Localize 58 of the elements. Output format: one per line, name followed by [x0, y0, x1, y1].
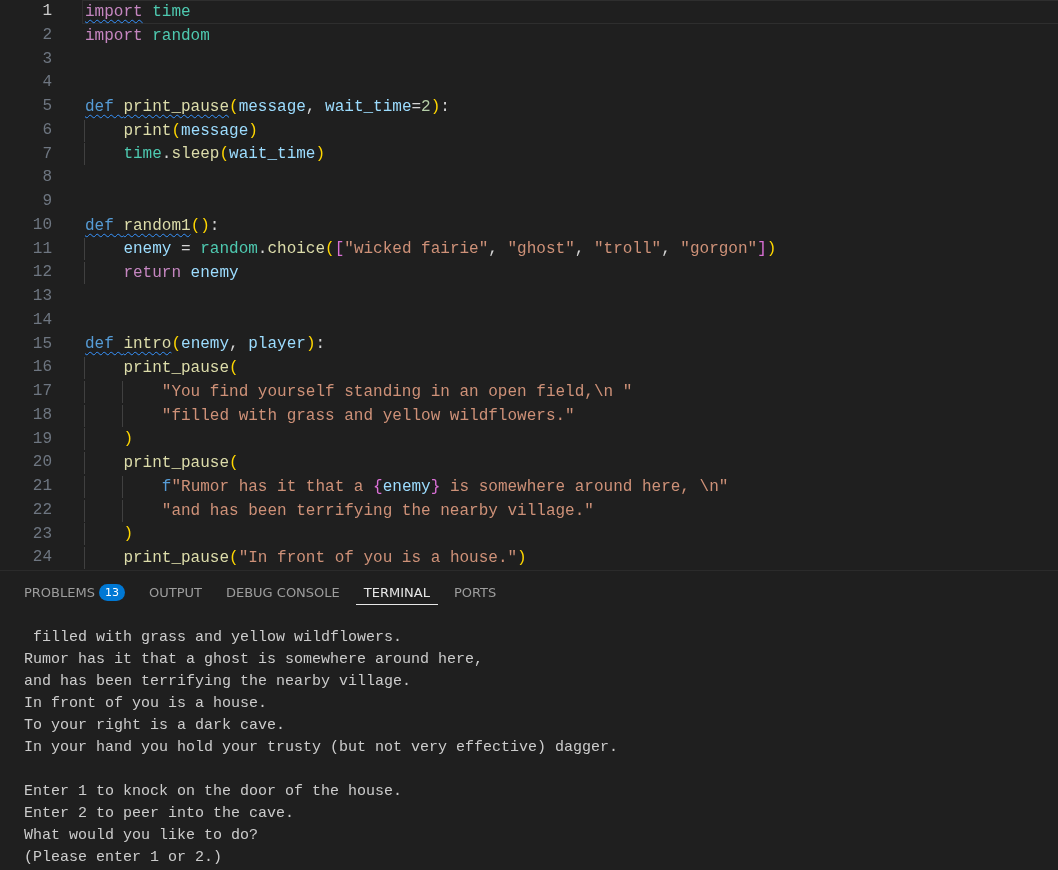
code-line: print_pause(	[85, 452, 239, 475]
terminal-line: filled with grass and yellow wildflowers.	[32, 629, 403, 646]
terminal-line: In front of you is a house.	[24, 695, 268, 712]
terminal-line: Enter 2 to peer into the cave.	[24, 805, 295, 822]
line-number: 10	[31, 214, 52, 236]
line-number: 21	[31, 476, 52, 497]
line-number: 20	[31, 452, 52, 474]
line-number: 14	[31, 309, 52, 331]
terminal-line: In your hand you hold your trusty (but not very effective) dagger.	[24, 739, 619, 756]
code-line: import time	[85, 1, 191, 23]
panel-tab[interactable]: PORTS	[445, 581, 505, 605]
terminal-line: (Please enter 1 or 2.)	[24, 849, 223, 866]
panel-tab[interactable]: PROBLEMS 13	[16, 581, 133, 605]
code-line: def intro(enemy, player):	[85, 334, 326, 356]
code-line: def random1():	[85, 215, 220, 237]
terminal-line: Rumor has it that a ghost is somewhere around here,	[24, 651, 484, 668]
terminal-line: and has been terrifying the nearby village.	[24, 673, 412, 690]
line-number: 17	[31, 381, 52, 402]
terminal-line: To your right is a dark cave.	[24, 717, 286, 734]
code-line: "and has been terrifying the nearby village."	[85, 499, 594, 522]
line-number: 13	[31, 286, 52, 307]
line-number: 24	[31, 547, 52, 569]
code-line: print_pause("In front of you is a house.")	[85, 547, 527, 570]
code-line: print_pause(	[85, 357, 239, 380]
panel-tab[interactable]: TERMINAL	[355, 581, 438, 605]
line-number: 7	[41, 143, 52, 165]
line-number: 9	[41, 191, 52, 212]
line-number: 6	[41, 119, 52, 141]
panel-tab[interactable]: OUTPUT	[140, 581, 210, 605]
line-number: 2	[41, 24, 52, 46]
code-line: return enemy	[85, 262, 239, 285]
line-number: 4	[41, 72, 52, 94]
line-number: 5	[41, 96, 52, 117]
line-number: 16	[31, 357, 52, 379]
line-number: 19	[31, 428, 52, 450]
terminal-line: Enter 1 to knock on the door of the house.	[24, 783, 403, 800]
count-badge: 13	[98, 584, 125, 601]
line-number: 18	[31, 404, 52, 426]
line-number: 22	[31, 499, 52, 521]
line-number: 8	[41, 167, 52, 189]
code-line: import random	[85, 25, 210, 47]
terminal-line: What would you like to do?	[24, 827, 259, 844]
code-line: enemy = random.choice(["wicked fairie", "ghost", "troll", "gorgon"])	[85, 238, 777, 261]
code-line: f"Rumor has it that a {enemy} is somewhere around here, \n"	[85, 475, 729, 498]
code-line: "filled with grass and yellow wildflowers."	[85, 404, 575, 427]
code-line: )	[85, 523, 133, 546]
line-number: 23	[31, 523, 52, 545]
code-line: def print_pause(message, wait_time=2):	[85, 96, 450, 118]
panel-tab[interactable]: DEBUG CONSOLE	[217, 581, 348, 605]
line-number: 1	[41, 1, 52, 22]
code-line: )	[85, 428, 133, 451]
line-number: 12	[31, 262, 52, 284]
code-line: time.sleep(wait_time)	[85, 143, 326, 166]
code-line: print(message)	[85, 119, 258, 142]
line-number: 15	[31, 333, 52, 355]
code-line: "You find yourself standing in an open field,\n "	[85, 380, 633, 403]
line-number: 11	[31, 238, 52, 260]
line-number: 3	[41, 48, 52, 70]
